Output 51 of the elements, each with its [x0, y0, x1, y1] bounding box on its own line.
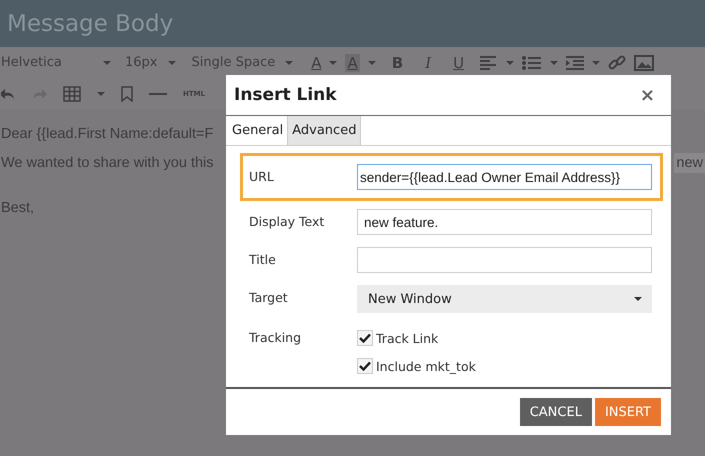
caret-icon — [592, 60, 600, 64]
bullet-list-icon[interactable] — [522, 56, 542, 70]
field-label: Target — [249, 289, 289, 307]
close-button[interactable]: × — [640, 84, 655, 106]
align-left-icon[interactable] — [480, 56, 498, 70]
checkmark-icon — [359, 361, 371, 371]
field-label: Display Text — [249, 213, 326, 231]
line-spacing-dropdown[interactable]: Single Space — [192, 55, 294, 70]
dialog-title: Insert Link — [234, 85, 337, 105]
field-label: Title — [249, 251, 277, 269]
caret-icon — [285, 60, 294, 64]
bold-button[interactable]: B — [392, 54, 404, 72]
undo-icon[interactable] — [1, 86, 15, 100]
italic-button[interactable]: I — [425, 54, 432, 72]
caret-icon — [168, 60, 176, 64]
tab[interactable]: Advanced — [288, 116, 362, 145]
caret-icon — [97, 92, 105, 96]
checkbox-option[interactable]: Track Link — [357, 330, 476, 346]
email-text: We wanted to share with you this — [1, 154, 214, 170]
input-field[interactable]: new feature. — [357, 209, 652, 235]
caret-icon — [103, 60, 111, 64]
input-field[interactable]: sender={{lead.Lead Owner Email Address}} — [357, 164, 652, 190]
horizontal-rule-icon[interactable] — [149, 92, 167, 96]
caret-icon — [550, 60, 558, 64]
caret-icon — [634, 297, 642, 301]
cancel-button[interactable]: CANCEL — [520, 398, 592, 426]
caret-icon — [368, 60, 376, 64]
font-size-dropdown[interactable]: 16px — [125, 55, 176, 70]
checkbox[interactable] — [357, 330, 373, 346]
page-title: Message Body — [7, 10, 174, 36]
font-dropdown[interactable]: Helvetica — [1, 55, 111, 70]
font-color-button[interactable]: A — [311, 54, 322, 72]
indent-icon[interactable] — [566, 56, 584, 70]
input-field[interactable] — [357, 247, 652, 273]
table-icon[interactable] — [63, 86, 81, 102]
email-text: new — [674, 152, 705, 172]
field-label: URL — [249, 168, 275, 186]
field-label: Tracking — [249, 329, 302, 347]
checkmark-icon — [359, 333, 371, 343]
insert-button[interactable]: INSERT — [594, 398, 661, 426]
caret-icon — [329, 60, 338, 64]
email-text: Best, — [1, 200, 34, 216]
link-icon[interactable] — [608, 54, 626, 72]
email-text: Dear {{lead.First Name:default=F — [1, 126, 214, 142]
checkbox[interactable] — [357, 358, 373, 374]
target-dropdown[interactable]: New Window — [357, 285, 652, 313]
checkbox-option[interactable]: Include mkt_tok — [357, 358, 476, 374]
underline-button[interactable]: U — [453, 54, 464, 72]
image-icon[interactable] — [634, 54, 654, 70]
caret-icon — [506, 60, 514, 64]
bookmark-icon[interactable] — [121, 86, 133, 102]
